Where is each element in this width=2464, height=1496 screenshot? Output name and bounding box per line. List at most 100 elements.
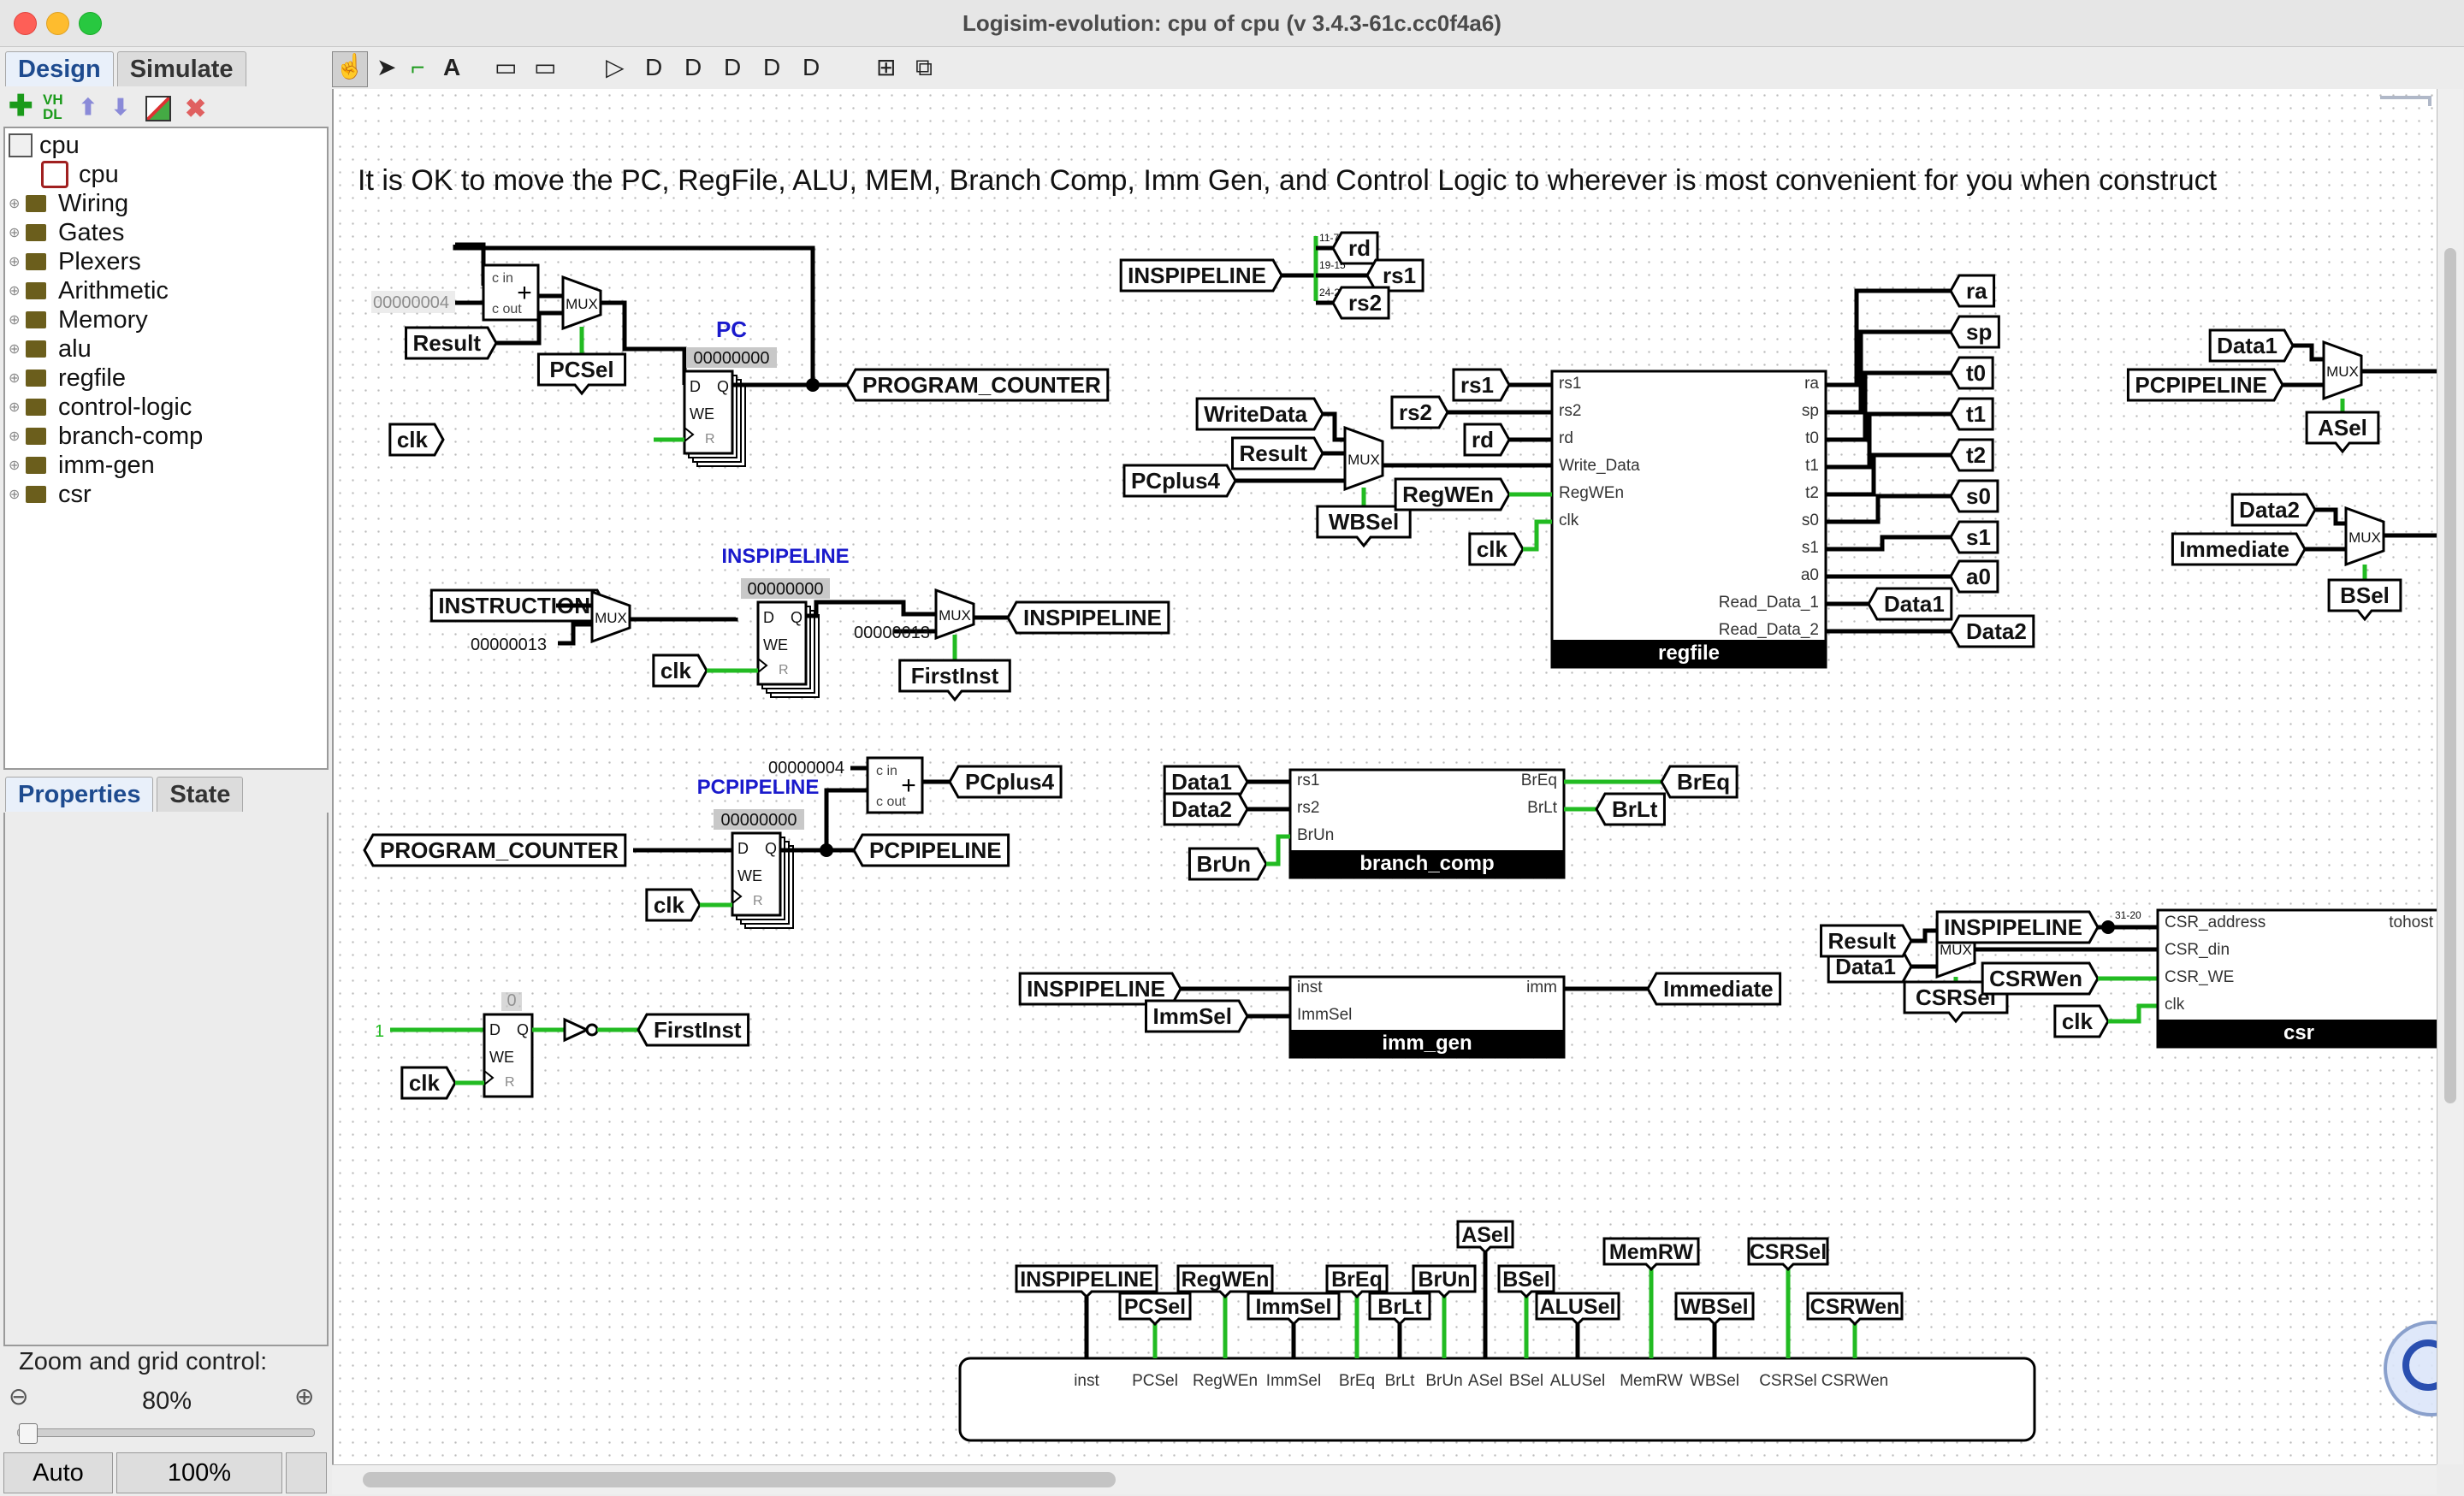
tree-root[interactable]: cpu bbox=[9, 132, 80, 159]
expand-icon[interactable]: ⊕ bbox=[9, 224, 21, 241]
input-pin-icon[interactable]: ▭ bbox=[495, 53, 517, 82]
wire bbox=[806, 600, 936, 618]
zoom-slider-handle[interactable] bbox=[19, 1423, 38, 1444]
tab-design[interactable]: Design bbox=[5, 51, 114, 86]
control-port: ImmSel bbox=[1266, 1372, 1321, 1390]
port-in: clk bbox=[2165, 996, 2185, 1014]
folder-label: Memory bbox=[58, 305, 148, 334]
port-out: s0 bbox=[1802, 511, 1819, 529]
mux-label: MUX bbox=[1940, 942, 1972, 958]
expand-icon[interactable]: ⊕ bbox=[9, 428, 21, 445]
tunnel-label-control-immsel: ImmSel bbox=[1256, 1295, 1332, 1319]
expand-icon[interactable]: ⊕ bbox=[9, 282, 21, 299]
explorer-toolbar: ✚ VH DL ⬆ ⬇ ✖ bbox=[3, 89, 325, 125]
or-gate-icon[interactable]: D bbox=[684, 53, 702, 82]
tunnel-label-data2-bc: Data2 bbox=[1171, 796, 1232, 822]
wiring-tool-icon[interactable]: ⌐ bbox=[411, 53, 424, 82]
tree-folder-Plexers[interactable]: ⊕ Plexers bbox=[9, 248, 141, 275]
folder-label: alu bbox=[58, 334, 92, 363]
add-circuit-icon[interactable]: ✚ bbox=[9, 89, 33, 123]
zoom-auto-button[interactable]: Auto bbox=[3, 1452, 113, 1493]
csr-bits: 31-20 bbox=[2115, 909, 2141, 921]
zoom-slider[interactable] bbox=[17, 1428, 315, 1437]
project-icon bbox=[9, 133, 33, 157]
add-vhdl-icon[interactable]: VH DL bbox=[43, 92, 63, 121]
buffer-gate-icon[interactable]: ▷ bbox=[606, 53, 625, 82]
tree-folder-Memory[interactable]: ⊕ Memory bbox=[9, 306, 148, 334]
expand-icon[interactable]: ⊕ bbox=[9, 370, 21, 387]
tunnel-label-control-csrwen: CSRWen bbox=[1810, 1295, 1900, 1319]
output-pin-icon[interactable]: ▭ bbox=[534, 53, 556, 82]
tab-properties[interactable]: Properties bbox=[5, 777, 154, 812]
circuit-diagram[interactable]: c inc out+00000004MUXResultPCSelclkPC000… bbox=[334, 89, 2438, 1464]
folder-icon bbox=[26, 253, 46, 270]
firstinst-value-bg bbox=[501, 992, 522, 1011]
vertical-scrollbar[interactable] bbox=[2437, 89, 2463, 1464]
poke-tool-icon[interactable]: ☝ bbox=[332, 51, 368, 87]
text-tool-icon[interactable]: A bbox=[443, 53, 460, 82]
title-bar: Logisim-evolution: cpu of cpu (v 3.4.3-6… bbox=[0, 0, 2464, 47]
horizontal-scroll-thumb[interactable] bbox=[363, 1472, 1116, 1487]
tree-item-cpu[interactable]: cpu bbox=[41, 161, 119, 188]
tree-folder-Arithmetic[interactable]: ⊕ Arithmetic bbox=[9, 277, 169, 305]
move-down-icon[interactable]: ⬇ bbox=[111, 94, 130, 121]
tree-folder-branch-comp[interactable]: ⊕ branch-comp bbox=[9, 423, 203, 450]
expand-icon[interactable]: ⊕ bbox=[9, 253, 21, 270]
port-r: R bbox=[505, 1075, 515, 1090]
mux-label: MUX bbox=[2326, 364, 2359, 380]
folder-label: imm-gen bbox=[58, 451, 155, 479]
port-in: rs2 bbox=[1559, 402, 1581, 420]
control-logic-block[interactable] bbox=[958, 1357, 2036, 1442]
folder-label: control-logic bbox=[58, 393, 192, 421]
expand-icon[interactable]: ⊕ bbox=[9, 399, 21, 416]
tunnel-label-reg-t0: t0 bbox=[1966, 360, 1986, 386]
expand-icon[interactable]: ⊕ bbox=[9, 340, 21, 358]
move-up-icon[interactable]: ⬆ bbox=[79, 94, 98, 121]
nor-gate-icon[interactable]: D bbox=[803, 53, 820, 82]
tree-folder-csr[interactable]: ⊕ csr bbox=[9, 481, 92, 508]
edit-appearance-icon[interactable] bbox=[145, 96, 171, 121]
wire bbox=[1826, 452, 1951, 497]
control-port: MemRW bbox=[1620, 1372, 1683, 1390]
tree-folder-imm-gen[interactable]: ⊕ imm-gen bbox=[9, 452, 155, 479]
tunnel-label-control-alusel: ALUSel bbox=[1540, 1295, 1616, 1319]
appearance-toggle-icon[interactable]: ⧉ bbox=[915, 53, 933, 82]
mux-label: MUX bbox=[1348, 452, 1380, 468]
xor-gate-icon[interactable]: D bbox=[724, 53, 741, 82]
zoom-100-button[interactable]: 100% bbox=[116, 1452, 282, 1493]
tab-simulate[interactable]: Simulate bbox=[116, 51, 246, 86]
tree-folder-control-logic[interactable]: ⊕ control-logic bbox=[9, 393, 192, 421]
select-tool-icon[interactable]: ➤ bbox=[376, 53, 396, 82]
expand-icon[interactable]: ⊕ bbox=[9, 195, 21, 212]
const-bg bbox=[371, 291, 455, 313]
tree-folder-Wiring[interactable]: ⊕ Wiring bbox=[9, 190, 128, 217]
port-out: t2 bbox=[1805, 484, 1819, 502]
tree-folder-regfile[interactable]: ⊕ regfile bbox=[9, 364, 126, 392]
tunnel-label-inspipeline-imm: INSPIPELINE bbox=[1027, 976, 1165, 1002]
tunnel-label-pcpipeline-a: PCPIPELINE bbox=[2135, 372, 2267, 398]
tunnel-label-pcsel: PCSel bbox=[549, 357, 613, 382]
tree-folder-Gates[interactable]: ⊕ Gates bbox=[9, 219, 124, 246]
grid-toggle-button[interactable] bbox=[286, 1452, 327, 1493]
and-gate-icon[interactable]: D bbox=[645, 53, 662, 82]
expand-icon[interactable]: ⊕ bbox=[9, 311, 21, 328]
not-gate[interactable] bbox=[563, 1017, 590, 1043]
zoom-in-icon[interactable]: ⊕ bbox=[294, 1382, 314, 1410]
tree-folder-alu[interactable]: ⊕ alu bbox=[9, 335, 92, 363]
zoom-out-icon[interactable]: ⊖ bbox=[9, 1382, 28, 1410]
tree-root-label: cpu bbox=[39, 131, 80, 159]
tab-state[interactable]: State bbox=[157, 777, 244, 812]
layout-toggle-icon[interactable]: ⊞ bbox=[876, 53, 896, 82]
tunnel-label-data1-bc: Data1 bbox=[1171, 769, 1232, 795]
wire-junction bbox=[2101, 920, 2115, 934]
vertical-scroll-thumb[interactable] bbox=[2444, 248, 2456, 1103]
expand-icon[interactable]: ⊕ bbox=[9, 457, 21, 474]
tunnel-label-clk-3: clk bbox=[654, 892, 685, 918]
window-title: Logisim-evolution: cpu of cpu (v 3.4.3-6… bbox=[962, 10, 1502, 36]
circuit-canvas[interactable]: It is OK to move the PC, RegFile, ALU, M… bbox=[332, 89, 2438, 1464]
expand-icon[interactable]: ⊕ bbox=[9, 486, 21, 503]
horizontal-scrollbar[interactable] bbox=[332, 1464, 2437, 1494]
delete-circuit-icon[interactable]: ✖ bbox=[185, 94, 206, 124]
control-port: CSRSel bbox=[1759, 1372, 1817, 1390]
nand-gate-icon[interactable]: D bbox=[763, 53, 780, 82]
